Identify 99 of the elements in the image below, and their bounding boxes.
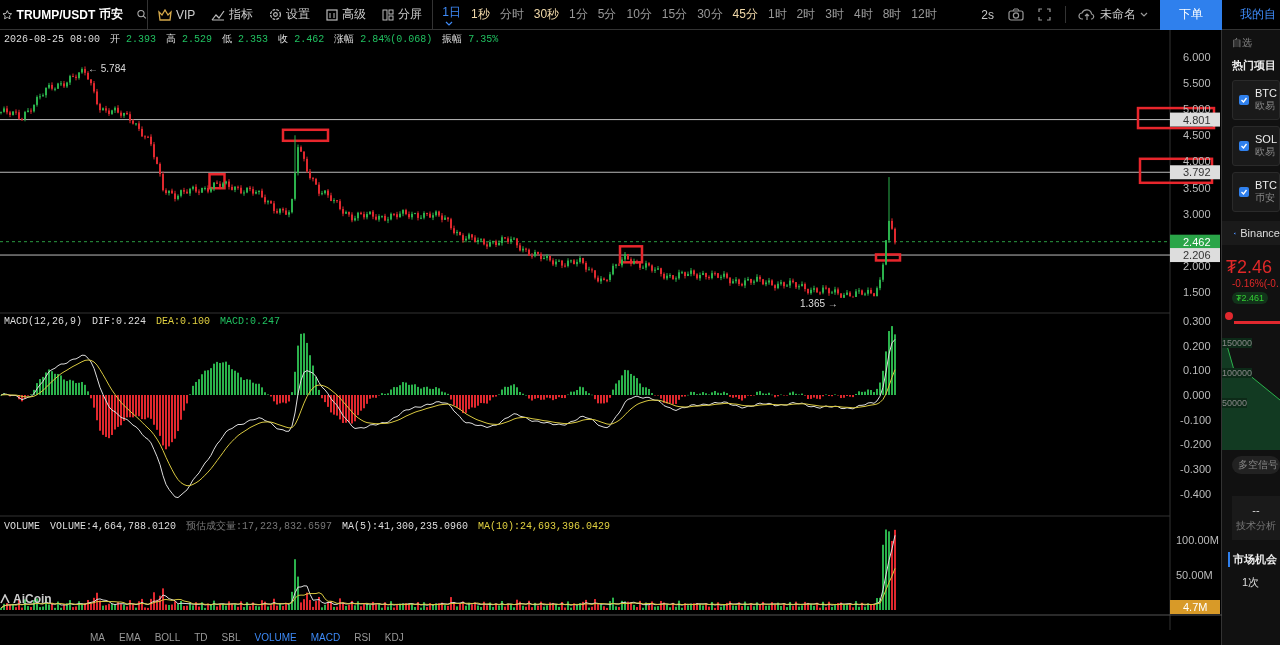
legend-item: 高 2.529 — [166, 32, 213, 46]
price-change: -0.16%(-0. — [1231, 278, 1280, 289]
watchlist-card[interactable]: SOL 欧易 — [1232, 126, 1280, 166]
indicator-tab[interactable]: BOLL — [154, 632, 181, 643]
depth-axis-label: 150000 — [1222, 338, 1253, 348]
signal-button[interactable]: 多空信号 — [1232, 456, 1280, 474]
interval-tab[interactable]: 1日 — [437, 3, 467, 26]
price-tag: 3.792 — [1170, 165, 1220, 180]
macd-axis-label: -0.200 — [1180, 438, 1212, 451]
macd-axis-label: 0.300 — [1183, 314, 1211, 327]
price-tag: 2.462 — [1170, 234, 1220, 249]
macd-axis-label: 0.200 — [1183, 339, 1211, 352]
indicator-tab[interactable]: VOLUME — [254, 632, 297, 643]
legend-item: MACD:0.247 — [220, 316, 281, 327]
indicator-tab[interactable]: KDJ — [384, 632, 404, 643]
indicator-tab[interactable]: SBL — [221, 632, 241, 643]
section-title: 市场机会 — [1228, 552, 1280, 567]
chart-logo: AiCoin — [13, 592, 52, 606]
depth-axis-label: 50000 — [1222, 398, 1248, 408]
opportunity-count: 1次 — [1241, 575, 1261, 590]
section-title: 热门项目 — [1231, 58, 1277, 73]
legend-item: VOLUME — [4, 520, 40, 532]
toolbar-button[interactable]: 分屏 — [376, 6, 429, 23]
toolbar-button[interactable]: 高级 — [320, 6, 373, 23]
low-price-marker: 1.365 → — [800, 297, 838, 309]
legend-item: DEA:0.100 — [156, 316, 211, 327]
legend-item: 开 2.393 — [110, 33, 157, 46]
toolbar-button[interactable]: VIP — [152, 7, 202, 22]
exchange-name: 币安 — [99, 6, 124, 23]
interval-tab[interactable]: 2时 — [791, 6, 821, 23]
legend-item: MACD(12,26,9) — [4, 316, 82, 327]
legend-item: 低 2.353 — [222, 33, 269, 46]
coin-name: BTC — [1255, 87, 1277, 99]
interval-tab[interactable]: 8时 — [877, 6, 907, 23]
macd-axis-label: -0.100 — [1180, 413, 1212, 426]
toolbar-button[interactable]: 设置 — [263, 6, 317, 23]
price-tag: 2.206 — [1170, 248, 1220, 263]
layout-name[interactable]: 未命名 — [1100, 6, 1136, 23]
volume-axis-label: 100.00M — [1176, 533, 1219, 547]
indicator-tab[interactable]: MA — [90, 632, 105, 643]
interval-tab[interactable]: 45分 — [727, 6, 763, 23]
toolbar-button[interactable]: 指标 — [205, 6, 260, 23]
indicator-tab[interactable]: TD — [194, 632, 208, 643]
indicator-tab[interactable]: EMA — [119, 632, 141, 643]
price-axis-label: 1.500 — [1183, 285, 1211, 298]
macd-axis-label: 0.000 — [1183, 389, 1211, 401]
coin-name: SOL — [1255, 133, 1277, 145]
indicator-tab[interactable]: RSI — [354, 632, 371, 643]
interval-tab[interactable]: 30分 — [692, 6, 728, 23]
panel-tab[interactable]: 我的自 — [1222, 6, 1280, 23]
interval-tab[interactable]: 4时 — [848, 6, 878, 23]
price-badge: ₮2.461 — [1232, 292, 1269, 304]
interval-tab[interactable]: 12时 — [906, 6, 942, 23]
interval-tab[interactable]: 1分 — [564, 6, 593, 23]
legend-item: 预估成交量:17,223,832.6597 — [186, 519, 333, 533]
price-axis-label: 3.500 — [1183, 181, 1211, 194]
depth-axis-label: 100000 — [1222, 368, 1253, 378]
interval-tab[interactable]: 5分 — [592, 6, 622, 23]
legend-item: 振幅 7.35% — [442, 33, 499, 46]
refresh-interval[interactable]: 2s — [981, 7, 994, 22]
macd-axis-label: -0.300 — [1180, 463, 1212, 476]
price-axis-label: 5.500 — [1183, 77, 1211, 90]
interval-tab[interactable]: 15分 — [656, 6, 693, 23]
volume-axis-label: 50.00M — [1176, 568, 1213, 582]
legend-item: MA(10):24,693,396.0429 — [478, 520, 611, 532]
interval-tab[interactable]: 30秒 — [528, 6, 565, 23]
analysis-label: 技术分析 — [1236, 518, 1276, 533]
ticker-name: Binance — [1240, 227, 1280, 239]
section-title: 自选 — [1231, 36, 1253, 50]
macd-axis-label: 0.100 — [1183, 364, 1211, 377]
legend-item: 涨幅 2.84%(0.068) — [334, 33, 433, 46]
symbol-name: TRUMP/USDT — [16, 7, 96, 22]
legend-item: 收 2.462 — [278, 33, 325, 46]
analysis-value: -- — [1252, 503, 1260, 516]
macd-axis-label: -0.400 — [1180, 487, 1212, 500]
legend-item: VOLUME:4,664,788.0120 — [50, 520, 177, 532]
interval-tab[interactable]: 分时 — [494, 6, 529, 23]
coin-name: BTC — [1255, 179, 1277, 191]
price-axis-label: 3.000 — [1183, 207, 1211, 220]
indicator-tab[interactable]: MACD — [310, 632, 341, 643]
price-axis-label: 6.000 — [1183, 51, 1211, 63]
exchange-name: 欧易 — [1255, 145, 1276, 159]
exchange-name: 欧易 — [1255, 99, 1276, 113]
volume-tag: 4.7M — [1170, 600, 1220, 614]
interval-tab[interactable]: 1秒 — [466, 6, 495, 23]
interval-tab[interactable]: 3时 — [820, 6, 849, 23]
price-tag: 4.801 — [1170, 112, 1220, 127]
legend-item: 2026-08-25 08:00 — [4, 33, 100, 45]
current-price: ₮2.46 — [1225, 256, 1274, 278]
interval-tab[interactable]: 1时 — [762, 6, 792, 23]
watchlist-card[interactable]: BTC 欧易 — [1232, 80, 1280, 120]
watchlist-card[interactable]: BTC 币安 — [1232, 172, 1280, 212]
legend-item: DIF:0.224 — [92, 316, 147, 327]
interval-tab[interactable]: 10分 — [621, 6, 657, 23]
high-price-marker: ← 5.784 — [88, 63, 126, 75]
legend-item: MA(5):41,300,235.0960 — [342, 520, 469, 532]
exchange-name: 币安 — [1255, 191, 1276, 205]
order-button[interactable]: 下单 — [1160, 0, 1222, 30]
price-axis-label: 4.500 — [1183, 129, 1211, 142]
